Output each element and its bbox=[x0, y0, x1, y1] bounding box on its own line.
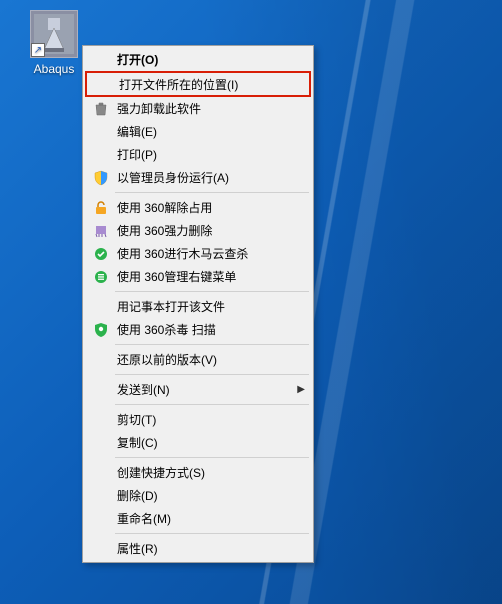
menu-delete-label: 删除(D) bbox=[113, 487, 291, 504]
menu-rename-label: 重命名(M) bbox=[113, 510, 291, 527]
menu-properties-label: 属性(R) bbox=[113, 540, 291, 557]
menu-360-trojan-scan[interactable]: 使用 360进行木马云查杀 bbox=[85, 242, 311, 265]
menu-open-notepad-label: 用记事本打开该文件 bbox=[113, 298, 291, 315]
menu-copy[interactable]: 复制(C) bbox=[85, 431, 311, 454]
menu-360-force-delete-label: 使用 360强力删除 bbox=[113, 222, 291, 239]
menu-force-uninstall-label: 强力卸载此软件 bbox=[113, 100, 291, 117]
separator bbox=[115, 374, 309, 375]
desktop-shortcut-abaqus[interactable]: ↗ Abaqus bbox=[18, 10, 90, 76]
antivirus-icon bbox=[89, 322, 113, 338]
menu-copy-label: 复制(C) bbox=[113, 434, 291, 451]
menu-create-shortcut-label: 创建快捷方式(S) bbox=[113, 464, 291, 481]
trojan-scan-icon bbox=[89, 246, 113, 262]
menu-run-as-admin[interactable]: 以管理员身份运行(A) bbox=[85, 166, 311, 189]
menu-360-unlock-label: 使用 360解除占用 bbox=[113, 199, 291, 216]
separator bbox=[115, 291, 309, 292]
menu-360-trojan-scan-label: 使用 360进行木马云查杀 bbox=[113, 245, 291, 262]
shortcut-arrow-badge: ↗ bbox=[31, 43, 45, 57]
shield-icon bbox=[89, 170, 113, 186]
menu-360-force-delete[interactable]: 使用 360强力删除 bbox=[85, 219, 311, 242]
context-menu: 打开(O) 打开文件所在的位置(I) 强力卸载此软件 编辑(E) 打印(P) bbox=[82, 45, 314, 563]
menu-send-to-label: 发送到(N) bbox=[113, 381, 291, 398]
menu-open-location-label: 打开文件所在的位置(I) bbox=[115, 76, 289, 93]
unlock-icon bbox=[89, 200, 113, 216]
menu-send-to[interactable]: 发送到(N) ▶ bbox=[85, 378, 311, 401]
separator bbox=[115, 533, 309, 534]
menu-restore-previous-label: 还原以前的版本(V) bbox=[113, 351, 291, 368]
menu-restore-previous[interactable]: 还原以前的版本(V) bbox=[85, 348, 311, 371]
menu-edit[interactable]: 编辑(E) bbox=[85, 120, 311, 143]
menu-edit-label: 编辑(E) bbox=[113, 123, 291, 140]
menu-open-with-notepad[interactable]: 用记事本打开该文件 bbox=[85, 295, 311, 318]
menu-force-uninstall[interactable]: 强力卸载此软件 bbox=[85, 97, 311, 120]
menu-cut-label: 剪切(T) bbox=[113, 411, 291, 428]
menu-360-manage-context-label: 使用 360管理右键菜单 bbox=[113, 268, 291, 285]
highlight-open-location: 打开文件所在的位置(I) bbox=[85, 71, 311, 97]
menu-360-manage-context[interactable]: 使用 360管理右键菜单 bbox=[85, 265, 311, 288]
menu-print-label: 打印(P) bbox=[113, 146, 291, 163]
menu-delete[interactable]: 删除(D) bbox=[85, 484, 311, 507]
menu-cut[interactable]: 剪切(T) bbox=[85, 408, 311, 431]
chevron-right-icon: ▶ bbox=[297, 384, 305, 395]
menu-360-antivirus-scan[interactable]: 使用 360杀毒 扫描 bbox=[85, 318, 311, 341]
menu-create-shortcut[interactable]: 创建快捷方式(S) bbox=[85, 461, 311, 484]
abaqus-icon: ↗ bbox=[30, 10, 78, 58]
shortcut-arrow-glyph: ↗ bbox=[34, 45, 42, 56]
menu-run-as-admin-label: 以管理员身份运行(A) bbox=[113, 169, 291, 186]
separator bbox=[115, 457, 309, 458]
menu-properties[interactable]: 属性(R) bbox=[85, 537, 311, 560]
menu-open-label: 打开(O) bbox=[113, 51, 291, 68]
trash-icon bbox=[89, 101, 113, 117]
menu-360-antivirus-label: 使用 360杀毒 扫描 bbox=[113, 321, 291, 338]
context-menu-icon bbox=[89, 269, 113, 285]
menu-360-unlock[interactable]: 使用 360解除占用 bbox=[85, 196, 311, 219]
separator bbox=[115, 192, 309, 193]
menu-open-location[interactable]: 打开文件所在的位置(I) bbox=[87, 73, 309, 95]
desktop-shortcut-label: Abaqus bbox=[34, 62, 75, 76]
delete-shred-icon bbox=[89, 223, 113, 239]
menu-open[interactable]: 打开(O) bbox=[85, 48, 311, 71]
menu-rename[interactable]: 重命名(M) bbox=[85, 507, 311, 530]
separator bbox=[115, 404, 309, 405]
separator bbox=[115, 344, 309, 345]
menu-print[interactable]: 打印(P) bbox=[85, 143, 311, 166]
